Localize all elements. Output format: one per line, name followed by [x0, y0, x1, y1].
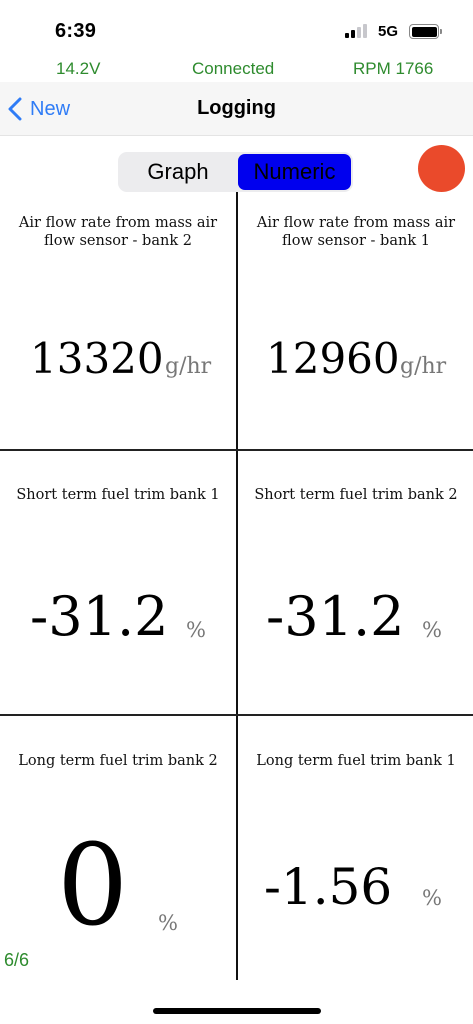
graph-tab[interactable]: Graph [120, 154, 236, 190]
sensor-cell[interactable]: Short term fuel trim bank 2 -31.2 % [238, 450, 473, 714]
vehicle-info-row: 14.2V Connected RPM 1766 [0, 56, 473, 82]
record-button[interactable] [418, 145, 465, 192]
voltage-readout: 14.2V [56, 59, 101, 78]
battery-tip [440, 29, 442, 34]
numeric-grid: Air flow rate from mass air flow sensor … [0, 192, 473, 980]
sensor-unit: g/hr [400, 354, 447, 379]
sensor-value: -31.2 [266, 585, 405, 648]
numeric-tab[interactable]: Numeric [238, 154, 351, 190]
sensor-label: Air flow rate from mass air flow sensor … [256, 215, 456, 249]
sensor-value: -31.2 [30, 585, 169, 648]
sensor-label: Air flow rate from mass air flow sensor … [18, 215, 218, 249]
sensor-label: Long term fuel trim bank 2 [18, 753, 218, 769]
page-title: Logging [197, 97, 276, 119]
rpm-readout: RPM 1766 [353, 59, 434, 78]
sensor-unit: % [158, 911, 178, 935]
sensor-value: 12960 [266, 334, 400, 383]
sensor-unit: % [422, 886, 442, 910]
navigation-bar: New Logging [0, 82, 473, 136]
battery-icon [409, 24, 439, 39]
network-type: 5G [378, 23, 399, 40]
sensor-cell[interactable]: Long term fuel trim bank 1 -1.56 % [238, 716, 473, 980]
sensor-value: 0 [57, 821, 129, 951]
cellular-signal-icon [345, 24, 371, 38]
sensor-unit: % [186, 618, 206, 642]
status-bar: 6:39 5G [0, 0, 473, 56]
view-mode-segmented-control: Graph Numeric [118, 152, 353, 192]
sensor-label: Long term fuel trim bank 1 [256, 753, 456, 769]
connection-status: Connected [192, 59, 275, 78]
sensor-cell[interactable]: Long term fuel trim bank 2 0 % [0, 716, 236, 980]
sensor-unit: g/hr [165, 354, 212, 379]
sensor-value: 13320 [30, 334, 164, 383]
status-time: 6:39 [55, 20, 97, 42]
sensor-cell[interactable]: Air flow rate from mass air flow sensor … [238, 192, 473, 449]
sensor-unit: % [422, 618, 442, 642]
sensor-value: -1.56 [264, 858, 393, 916]
sensor-label: Short term fuel trim bank 1 [16, 487, 220, 503]
sensor-label: Short term fuel trim bank 2 [254, 487, 458, 503]
home-indicator[interactable] [153, 1008, 321, 1014]
sensor-cell[interactable]: Short term fuel trim bank 1 -31.2 % [0, 450, 236, 714]
page-counter: 6/6 [4, 950, 30, 970]
sensor-cell[interactable]: Air flow rate from mass air flow sensor … [0, 192, 236, 449]
